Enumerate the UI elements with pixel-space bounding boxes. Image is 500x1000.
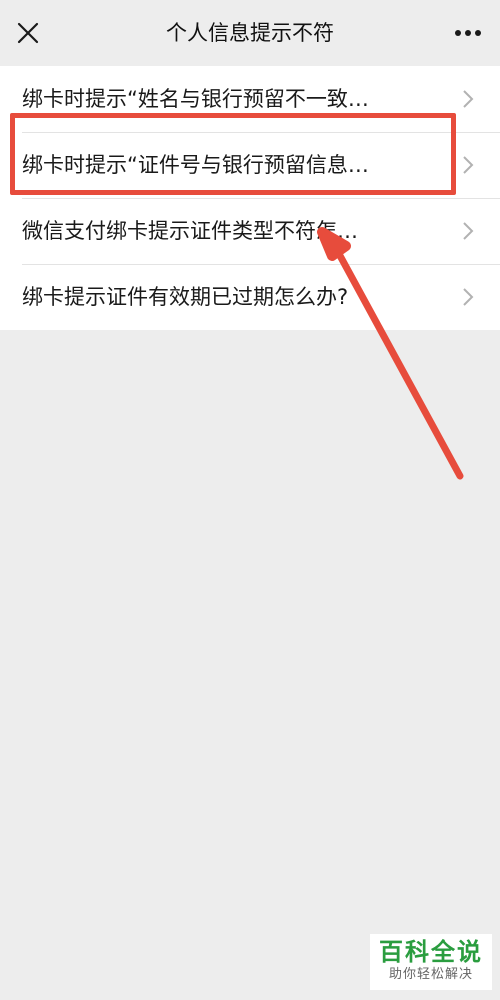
watermark-subtitle: 助你轻松解决 xyxy=(388,967,473,982)
list-item[interactable]: 绑卡时提示“证件号与银行预留信息… xyxy=(0,132,500,198)
list-item[interactable]: 绑卡提示证件有效期已过期怎么办? xyxy=(0,264,500,330)
list-item-label: 微信支付绑卡提示证件类型不符怎… xyxy=(22,219,358,243)
chevron-right-icon xyxy=(463,288,474,306)
watermark-title: 百科全说 xyxy=(379,938,483,966)
chevron-right-icon xyxy=(463,156,474,174)
close-button[interactable] xyxy=(12,17,44,49)
list-item-label: 绑卡提示证件有效期已过期怎么办? xyxy=(22,285,349,309)
more-button[interactable] xyxy=(450,17,486,49)
more-dots-icon xyxy=(455,30,481,36)
page-title: 个人信息提示不符 xyxy=(166,21,334,45)
list-item[interactable]: 绑卡时提示“姓名与银行预留不一致… xyxy=(0,66,500,132)
watermark-logo: 百科全说 助你轻松解决 xyxy=(370,934,492,990)
chevron-right-icon xyxy=(463,90,474,108)
list-item-label: 绑卡时提示“证件号与银行预留信息… xyxy=(22,153,369,177)
list-item[interactable]: 微信支付绑卡提示证件类型不符怎… xyxy=(0,198,500,264)
chevron-right-icon xyxy=(463,222,474,240)
list-item-label: 绑卡时提示“姓名与银行预留不一致… xyxy=(22,87,369,111)
nav-bar: 个人信息提示不符 xyxy=(0,0,500,66)
close-icon xyxy=(17,22,39,44)
faq-list: 绑卡时提示“姓名与银行预留不一致… 绑卡时提示“证件号与银行预留信息… 微信支付… xyxy=(0,66,500,330)
